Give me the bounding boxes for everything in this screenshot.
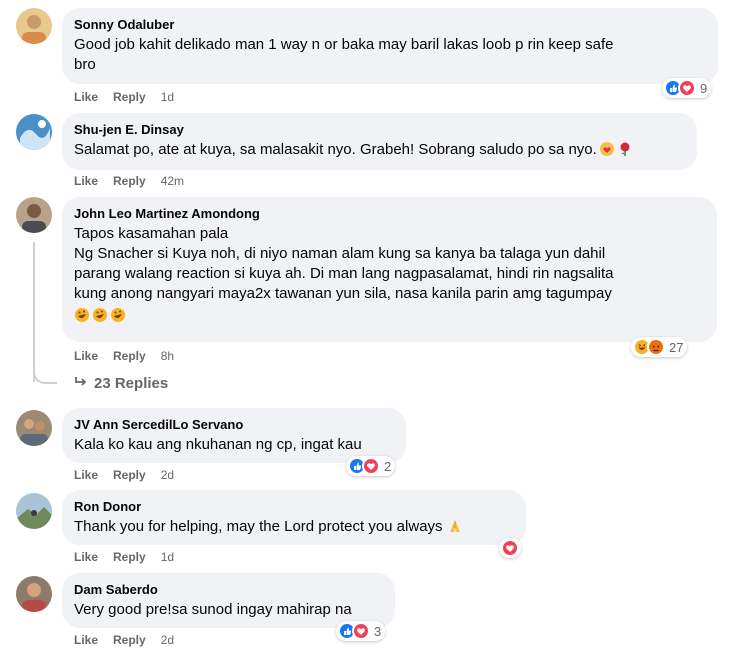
comment-text-line: parang walang reaction si kuya ah. Di ma… xyxy=(74,265,614,282)
view-replies-link[interactable]: 23 Replies xyxy=(74,375,168,392)
comment-text-line: Kala ko kau ang nkuhanan ng cp, ingat ka… xyxy=(74,436,362,453)
comment-actions: Like Reply 42m xyxy=(74,174,199,188)
avatar[interactable] xyxy=(16,8,52,44)
rose-emoji-icon xyxy=(617,141,633,157)
reaction-summary[interactable]: 3 xyxy=(336,621,386,641)
angry-reaction-icon xyxy=(647,338,665,356)
timestamp[interactable]: 42m xyxy=(161,174,184,188)
avatar[interactable] xyxy=(16,410,52,446)
avatar[interactable] xyxy=(16,197,52,233)
reaction-count: 27 xyxy=(669,339,684,355)
comment-text: kung anong nangyari maya2x tawanan yun s… xyxy=(74,285,612,302)
replies-count-label: 23 Replies xyxy=(94,375,169,392)
reaction-summary[interactable]: 2 xyxy=(346,456,396,476)
comment-bubble: Dam Saberdo Very good pre!sa sunod ingay… xyxy=(62,573,395,628)
reply-button[interactable]: Reply xyxy=(113,633,146,647)
thread-line xyxy=(33,242,35,382)
comment-author[interactable]: John Leo Martinez Amondong xyxy=(74,205,705,222)
comment-bubble: Ron Donor Thank you for helping, may the… xyxy=(62,490,526,545)
avatar[interactable] xyxy=(16,576,52,612)
like-button[interactable]: Like xyxy=(74,174,98,188)
comment-bubble: John Leo Martinez Amondong Tapos kasamah… xyxy=(62,197,717,342)
reaction-summary[interactable]: 27 xyxy=(631,337,688,357)
rofl-emoji-icon xyxy=(110,307,126,323)
comment-text-line: Ng Snacher si Kuya noh, di niyo naman al… xyxy=(74,245,606,262)
comment-emoji-line xyxy=(74,306,705,326)
timestamp[interactable]: 1d xyxy=(161,550,174,564)
reply-button[interactable]: Reply xyxy=(113,174,146,188)
rofl-emoji-icon xyxy=(74,307,90,323)
comment-bubble: Shu-jen E. Dinsay Salamat po, ate at kuy… xyxy=(62,113,697,170)
comment-text-line: Thank you for helping, may the Lord prot… xyxy=(74,517,514,537)
comment-actions: Like Reply 1d xyxy=(74,90,189,104)
comment-text-line: Very good pre!sa sunod ingay mahirap na xyxy=(74,601,352,618)
thread-connector xyxy=(33,364,57,384)
timestamp[interactable]: 2d xyxy=(161,468,174,482)
like-button[interactable]: Like xyxy=(74,468,98,482)
reaction-summary[interactable]: 9 xyxy=(662,78,712,98)
comment-text: Salamat po, ate at kuya, sa malasakit ny… xyxy=(74,141,597,158)
reaction-count: 2 xyxy=(384,458,392,474)
reply-button[interactable]: Reply xyxy=(113,349,146,363)
rofl-emoji-icon xyxy=(92,307,108,323)
comment-author[interactable]: JV Ann SercedilLo Servano xyxy=(74,416,394,433)
like-button[interactable]: Like xyxy=(74,90,98,104)
comment-text-line: Salamat po, ate at kuya, sa malasakit ny… xyxy=(74,140,685,160)
comment-author[interactable]: Shu-jen E. Dinsay xyxy=(74,121,685,138)
timestamp[interactable]: 1d xyxy=(161,90,174,104)
reaction-count: 9 xyxy=(700,80,708,96)
comment-actions: Like Reply 2d xyxy=(74,633,189,647)
avatar[interactable] xyxy=(16,493,52,529)
comment-bubble: JV Ann SercedilLo Servano Kala ko kau an… xyxy=(62,408,406,463)
comment-text: Thank you for helping, may the Lord prot… xyxy=(74,518,443,535)
reply-button[interactable]: Reply xyxy=(113,550,146,564)
like-button[interactable]: Like xyxy=(74,550,98,564)
like-button[interactable]: Like xyxy=(74,633,98,647)
timestamp[interactable]: 8h xyxy=(161,349,174,363)
comment-actions: Like Reply 8h xyxy=(74,349,189,363)
reaction-summary[interactable] xyxy=(499,538,521,558)
love-reaction-icon xyxy=(678,79,696,97)
comment-author[interactable]: Ron Donor xyxy=(74,498,514,515)
comment-text-line: bro xyxy=(74,56,96,73)
reaction-count: 3 xyxy=(374,623,382,639)
comment-author[interactable]: Sonny Odaluber xyxy=(74,16,706,33)
comment-text-line: kung anong nangyari maya2x tawanan yun s… xyxy=(74,284,705,304)
like-button[interactable]: Like xyxy=(74,349,98,363)
reply-arrow-icon xyxy=(74,375,88,392)
comment-author[interactable]: Dam Saberdo xyxy=(74,581,383,598)
love-reaction-icon xyxy=(352,622,370,640)
love-reaction-icon xyxy=(501,539,519,557)
heart-hands-emoji-icon xyxy=(599,141,615,157)
comment-actions: Like Reply 1d xyxy=(74,550,189,564)
timestamp[interactable]: 2d xyxy=(161,633,174,647)
love-reaction-icon xyxy=(362,457,380,475)
comment-text-line: Good job kahit delikado man 1 way n or b… xyxy=(74,36,614,53)
comment-bubble: Sonny Odaluber Good job kahit delikado m… xyxy=(62,8,718,84)
comment-actions: Like Reply 2d xyxy=(74,468,189,482)
reply-button[interactable]: Reply xyxy=(113,90,146,104)
praying-hands-emoji-icon xyxy=(447,518,463,534)
comment-text-line: Tapos kasamahan pala xyxy=(74,225,229,242)
avatar[interactable] xyxy=(16,114,52,150)
reply-button[interactable]: Reply xyxy=(113,468,146,482)
